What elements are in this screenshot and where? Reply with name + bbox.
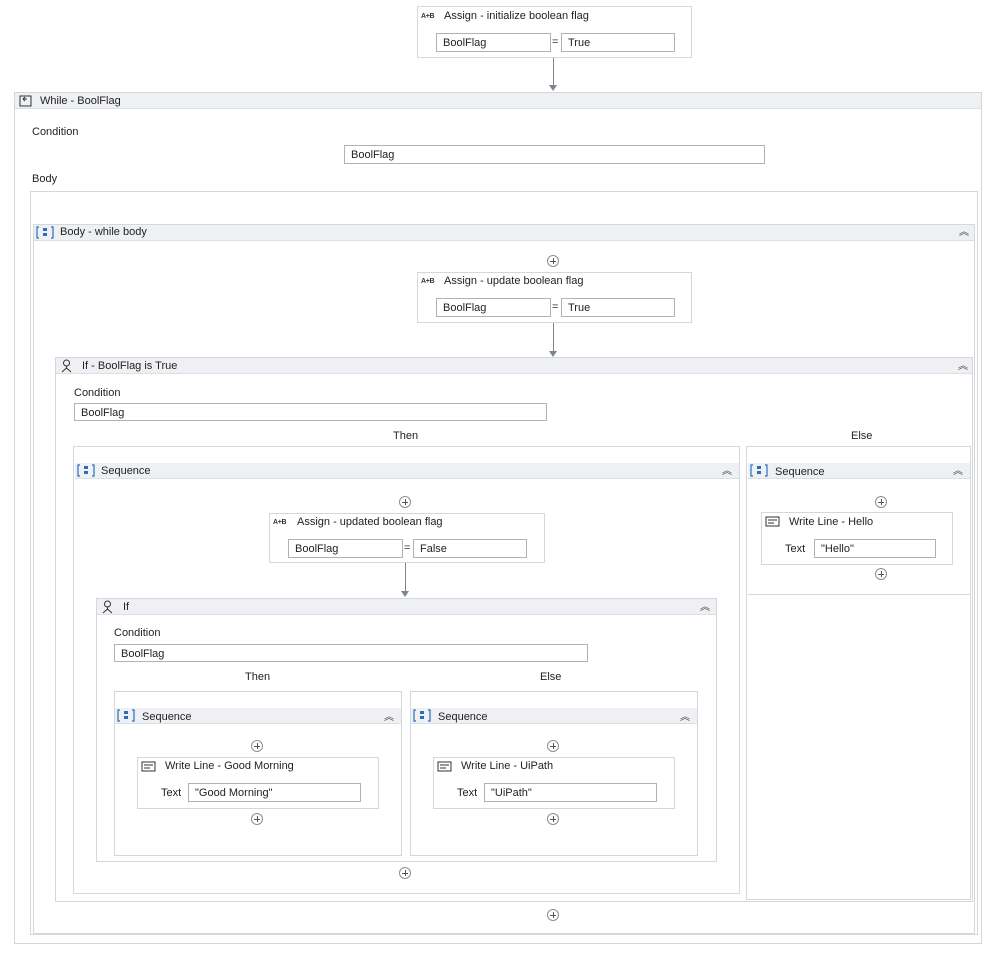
if-icon [61,359,72,373]
assign-to-field[interactable]: BoolFlag [436,298,551,317]
if-inner-condition-label: Condition [114,627,161,639]
if-outer-title: If - BoolFlag is True [82,360,178,372]
add-activity-icon[interactable] [399,496,411,508]
assign-to-field[interactable]: BoolFlag [288,539,403,558]
while-body-label: Body [32,173,58,185]
writeline-hello-activity[interactable]: Write Line - Hello Text "Hello" [761,512,953,565]
equals-sign: = [552,301,559,313]
else-label: Else [540,671,562,683]
equals-sign: = [552,36,559,48]
collapse-chevron-icon[interactable]: ︽ [722,466,732,478]
then-label: Then [245,671,271,683]
connector-arrow [401,591,409,597]
add-activity-icon[interactable] [251,813,263,825]
sequence-icon [36,226,54,239]
writeline-good-morning-activity[interactable]: Write Line - Good Morning Text "Good Mor… [137,757,379,809]
sequence-icon [117,709,135,722]
text-label: Text [457,787,478,799]
writeline-text-input[interactable]: "UiPath" [484,783,657,802]
sequence-icon [750,464,768,477]
collapse-chevron-icon[interactable]: ︽ [953,466,963,478]
assign-initialize-activity[interactable]: A+B Assign - initialize boolean flag Boo… [417,6,692,58]
writeline-text-input[interactable]: "Good Morning" [188,783,361,802]
write-line-icon [141,761,156,772]
assign-icon: A+B [273,519,287,526]
add-activity-icon[interactable] [875,568,887,580]
assign-to-field[interactable]: BoolFlag [436,33,551,52]
add-activity-icon[interactable] [875,496,887,508]
text-label: Text [161,787,182,799]
write-line-icon [437,761,452,772]
while-header [15,93,981,109]
if-inner-condition-input[interactable]: BoolFlag [114,644,588,662]
sequence-icon [77,464,95,477]
assign-value-field[interactable]: False [413,539,527,558]
while-loop-icon [19,95,32,107]
if-icon [102,600,113,614]
add-activity-icon[interactable] [547,740,559,752]
writeline-text-input[interactable]: "Hello" [814,539,936,558]
add-activity-icon[interactable] [547,813,559,825]
else-sequence-title: Sequence [775,466,825,478]
activity-title: Write Line - Good Morning [165,760,294,772]
then-sequence-header [75,463,739,479]
assign-icon: A+B [421,13,435,20]
assign-update-activity[interactable]: A+B Assign - update boolean flag BoolFla… [417,272,692,323]
activity-title: Write Line - Hello [789,516,874,528]
assign-icon: A+B [421,278,435,285]
if-inner-title: If [123,601,130,613]
activity-title: Assign - update boolean flag [444,275,584,287]
body-sequence-title: Body - while body [60,226,147,238]
while-title: While - BoolFlag [40,95,121,107]
equals-sign: = [404,542,411,554]
if-outer-header [56,358,972,374]
then-label: Then [393,430,419,442]
assign-updated-activity[interactable]: A+B Assign - updated boolean flag BoolFl… [269,513,545,563]
writeline-uipath-activity[interactable]: Write Line - UiPath Text "UiPath" [433,757,675,809]
collapse-chevron-icon[interactable]: ︽ [700,602,710,614]
collapse-chevron-icon[interactable]: ︽ [384,712,394,724]
while-condition-input[interactable]: BoolFlag [344,145,765,164]
while-condition-label: Condition [32,126,79,138]
inner-then-sequence-title: Sequence [142,711,192,723]
if-outer-condition-label: Condition [74,387,121,399]
add-activity-icon[interactable] [399,867,411,879]
activity-title: Assign - updated boolean flag [297,516,443,528]
add-activity-icon[interactable] [547,255,559,267]
collapse-chevron-icon[interactable]: ︽ [680,712,690,724]
inner-else-sequence-title: Sequence [438,711,488,723]
else-label: Else [851,430,873,442]
then-sequence-title: Sequence [101,465,151,477]
connector-line [553,58,554,85]
connector-line [553,323,554,351]
collapse-chevron-icon[interactable]: ︽ [958,361,968,373]
if-outer-condition-input[interactable]: BoolFlag [74,403,547,421]
if-inner-header [97,599,716,615]
body-sequence-header [34,225,974,241]
assign-value-field[interactable]: True [561,33,675,52]
connector-line [405,563,406,591]
collapse-chevron-icon[interactable]: ︽ [959,227,969,239]
activity-title: Assign - initialize boolean flag [444,10,589,22]
add-activity-icon[interactable] [251,740,263,752]
assign-value-field[interactable]: True [561,298,675,317]
connector-arrow [549,85,557,91]
add-activity-icon[interactable] [547,909,559,921]
activity-title: Write Line - UiPath [461,760,554,772]
write-line-icon [765,516,780,527]
text-label: Text [785,543,806,555]
sequence-icon [413,709,431,722]
